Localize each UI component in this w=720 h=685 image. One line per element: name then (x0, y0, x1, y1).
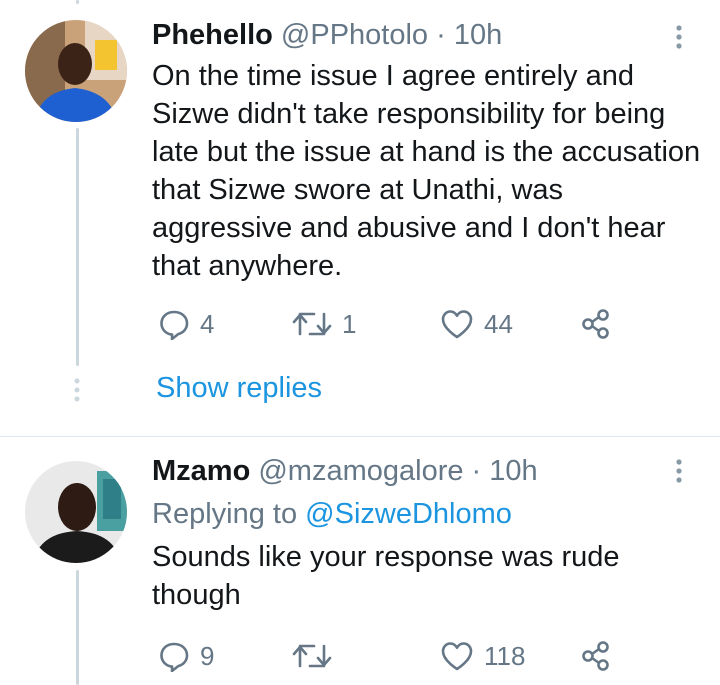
retweet-button[interactable]: 1 (292, 308, 356, 340)
author-handle[interactable]: @PPhotolo (281, 19, 428, 51)
reply-button[interactable]: 4 (158, 308, 214, 340)
more-options-button[interactable] (672, 458, 686, 489)
thread-line-top (76, 0, 79, 4)
retweet-icon (292, 312, 332, 336)
reply-count: 9 (200, 640, 215, 671)
share-button[interactable] (580, 640, 612, 672)
tweet-divider (0, 436, 720, 437)
separator: · (471, 455, 482, 487)
reply-button[interactable]: 9 (158, 640, 214, 672)
share-button[interactable] (580, 308, 612, 340)
share-icon (582, 309, 609, 339)
timestamp[interactable]: 10h (489, 455, 537, 487)
retweet-count: 1 (342, 308, 357, 339)
replying-to-handle[interactable]: @SizweDhlomo (305, 498, 512, 530)
author-name[interactable]: Mzamo (152, 455, 250, 487)
like-count: 44 (484, 308, 513, 339)
share-icon (582, 641, 609, 671)
reply-icon (160, 642, 189, 672)
like-icon (441, 310, 473, 339)
more-vertical-icon (676, 459, 682, 483)
retweet-icon (292, 644, 332, 668)
reply-icon (160, 310, 189, 340)
like-button[interactable]: 118 (440, 640, 525, 672)
like-button[interactable]: 44 (440, 308, 513, 340)
replying-to-line: Replying to @SizweDhlomo (152, 497, 512, 531)
tweet-header: Phehello @PPhotolo · 10h (152, 18, 502, 52)
like-icon (441, 642, 473, 671)
replying-prefix: Replying to (152, 498, 298, 530)
timestamp[interactable]: 10h (454, 19, 502, 51)
avatar-phehello[interactable] (25, 20, 127, 122)
tweet-text: On the time issue I agree entirely and S… (152, 60, 701, 282)
thread-gap-dots (73, 378, 81, 407)
retweet-button[interactable] (292, 640, 342, 672)
tweet-header: Mzamo @mzamogalore · 10h (152, 454, 538, 488)
thread-line-phehello (76, 128, 79, 366)
reply-count: 4 (200, 308, 215, 339)
more-vertical-icon (676, 25, 682, 49)
like-count: 118 (484, 640, 526, 671)
author-handle[interactable]: @mzamogalore (258, 455, 463, 487)
show-replies-link[interactable]: Show replies (156, 372, 322, 405)
more-options-button[interactable] (672, 24, 686, 55)
separator: · (436, 19, 446, 51)
tweet-text: Sounds like your response was rude thoug… (152, 541, 620, 611)
author-name[interactable]: Phehello (152, 19, 273, 51)
thread-line-mzamo (76, 570, 79, 685)
avatar-mzamo[interactable] (25, 461, 127, 563)
